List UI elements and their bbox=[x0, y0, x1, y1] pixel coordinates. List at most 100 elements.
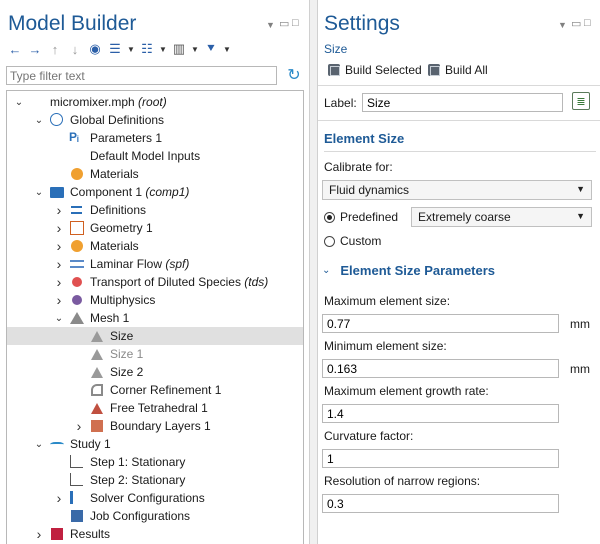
maximize-icon[interactable]: □ bbox=[584, 17, 591, 29]
tree-node-text: Mesh 1 bbox=[90, 311, 130, 325]
tree-node[interactable]: › Geometry 1 bbox=[7, 219, 303, 237]
back-arrow-icon[interactable]: ← bbox=[6, 40, 24, 58]
tree-node[interactable]: › Definitions bbox=[7, 201, 303, 219]
collapse-chevron-icon[interactable]: ⌄ bbox=[53, 309, 65, 327]
tree-node[interactable]: ⌄ micromixer.mph (root) bbox=[7, 90, 303, 111]
step-icon-shape bbox=[70, 473, 83, 486]
parameter-input[interactable] bbox=[322, 404, 559, 423]
label-input[interactable] bbox=[362, 93, 563, 112]
tree-node[interactable]: Materials bbox=[7, 165, 303, 183]
tree-node[interactable]: › Results bbox=[7, 525, 303, 543]
element-size-parameters-label: Element Size Parameters bbox=[340, 263, 496, 278]
expand-sections-icon[interactable]: ☰ bbox=[106, 40, 124, 58]
parameter-label: Curvature factor: bbox=[324, 429, 414, 443]
custom-label: Custom bbox=[340, 234, 382, 248]
custom-radio[interactable]: Custom bbox=[324, 234, 381, 248]
free-tetrahedral-icon bbox=[89, 400, 105, 416]
tree-node[interactable]: Free Tetrahedral 1 bbox=[7, 399, 303, 417]
show-icon[interactable]: ◉ bbox=[86, 40, 104, 58]
expand-chevron-icon[interactable]: › bbox=[53, 255, 65, 273]
move-down-icon[interactable]: ↓ bbox=[66, 40, 84, 58]
corner-refinement-icon bbox=[89, 382, 105, 398]
expand-chevron-icon[interactable]: › bbox=[33, 525, 45, 543]
model-builder-title: Model Builder bbox=[8, 12, 137, 35]
tree-node[interactable]: ⌄ Study 1 bbox=[7, 435, 303, 453]
tree-node[interactable]: Job Configurations bbox=[7, 507, 303, 525]
tree-node[interactable]: › Laminar Flow (spf) bbox=[7, 255, 303, 273]
tree-node[interactable]: Pᵢ Parameters 1 bbox=[7, 129, 303, 147]
tree-node-text: Size 2 bbox=[110, 365, 144, 379]
tree-node[interactable]: ⌄ Global Definitions bbox=[7, 111, 303, 129]
tree-filter-input[interactable] bbox=[6, 66, 277, 85]
expand-chevron-icon[interactable]: › bbox=[53, 273, 65, 291]
label-edit-icon[interactable]: ≣ bbox=[572, 92, 590, 110]
build-icon[interactable]: ⯆ bbox=[202, 40, 220, 58]
tree-node[interactable]: › Solver Configurations bbox=[7, 489, 303, 507]
tree-node-label: Mesh 1 bbox=[90, 311, 129, 325]
separator bbox=[318, 120, 600, 121]
component-icon bbox=[49, 184, 65, 200]
predefined-label: Predefined bbox=[340, 210, 399, 224]
predefined-select[interactable]: Extremely coarse ▼ bbox=[411, 207, 592, 227]
parameter-input[interactable] bbox=[322, 314, 559, 333]
tree-node[interactable]: Step 1: Stationary bbox=[7, 453, 303, 471]
model-tree: ⌄ micromixer.mph (root) ⌄ Global Definition… bbox=[6, 90, 304, 544]
tree-node[interactable]: › Multiphysics bbox=[7, 291, 303, 309]
forward-arrow-icon[interactable]: → bbox=[26, 40, 44, 58]
tree-node[interactable]: Size bbox=[7, 327, 303, 345]
refresh-icon[interactable]: ↻ bbox=[285, 65, 303, 85]
tree-node[interactable]: Default Model Inputs bbox=[7, 144, 303, 165]
parameter-input[interactable] bbox=[322, 449, 559, 468]
dropdown-arrow-icon[interactable]: ▼ bbox=[222, 40, 232, 58]
calibrate-select[interactable]: Fluid dynamics ▼ bbox=[322, 180, 592, 200]
collapse-chevron-icon[interactable]: ⌄ bbox=[13, 93, 25, 111]
collapse-icon[interactable]: ☷ bbox=[138, 40, 156, 58]
pane-menu-icon[interactable]: ▼ bbox=[558, 20, 567, 30]
tree-node-label: Solver Configurations bbox=[90, 491, 205, 505]
collapse-chevron-icon[interactable]: ⌄ bbox=[33, 183, 45, 201]
build-all-icon bbox=[428, 64, 440, 76]
results-icon bbox=[49, 526, 65, 542]
dropdown-arrow-icon[interactable]: ▼ bbox=[158, 40, 168, 58]
dropdown-arrow-icon[interactable]: ▼ bbox=[126, 40, 136, 58]
tree-node-label: Step 1: Stationary bbox=[90, 455, 185, 469]
collapse-chevron-icon[interactable]: ⌄ bbox=[33, 111, 45, 129]
build-all-button[interactable]: Build All bbox=[428, 63, 488, 77]
restore-icon[interactable]: ▭ bbox=[571, 17, 581, 30]
parameter-unit: mm bbox=[570, 317, 590, 331]
pane-menu-icon[interactable]: ▼ bbox=[266, 20, 275, 30]
tree-node[interactable]: ⌄ Mesh 1 bbox=[7, 309, 303, 327]
build-selected-button[interactable]: Build Selected bbox=[328, 63, 422, 77]
collapse-chevron-icon[interactable]: ⌄ bbox=[33, 435, 45, 453]
maximize-icon[interactable]: □ bbox=[292, 17, 299, 29]
expand-chevron-icon[interactable]: › bbox=[53, 237, 65, 255]
restore-icon[interactable]: ▭ bbox=[279, 17, 289, 30]
expand-chevron-icon[interactable]: › bbox=[53, 201, 65, 219]
parameter-input[interactable] bbox=[322, 359, 559, 378]
study-icon bbox=[49, 436, 65, 452]
dropdown-arrow-icon[interactable]: ▼ bbox=[190, 40, 200, 58]
tree-node[interactable]: Step 2: Stationary bbox=[7, 471, 303, 489]
expand-chevron-icon[interactable]: › bbox=[73, 417, 85, 435]
expand-chevron-icon[interactable]: › bbox=[53, 489, 65, 507]
tree-node-label: Definitions bbox=[90, 203, 146, 217]
tree-node[interactable]: Corner Refinement 1 bbox=[7, 381, 303, 399]
tree-node[interactable]: ⌄ Component 1 (comp1) bbox=[7, 183, 303, 201]
tree-node[interactable]: Size 2 bbox=[7, 363, 303, 381]
columns-icon[interactable]: ▥ bbox=[170, 40, 188, 58]
expand-chevron-icon[interactable]: › bbox=[53, 219, 65, 237]
tree-node[interactable]: › Transport of Diluted Species (tds) bbox=[7, 273, 303, 291]
element-size-parameters-heading[interactable]: ⌄ Element Size Parameters bbox=[322, 263, 495, 278]
move-up-icon[interactable]: ↑ bbox=[46, 40, 64, 58]
element-size-heading[interactable]: Element Size bbox=[324, 131, 404, 146]
multiphysics-icon-shape bbox=[72, 295, 82, 305]
predefined-radio[interactable]: Predefined bbox=[324, 210, 398, 224]
expand-chevron-icon[interactable]: › bbox=[53, 291, 65, 309]
tree-node-label: Materials bbox=[90, 167, 139, 181]
pane-splitter[interactable] bbox=[310, 0, 317, 544]
parameter-input[interactable] bbox=[322, 494, 559, 513]
tree-node[interactable]: Size 1 bbox=[7, 345, 303, 363]
job-icon-shape bbox=[71, 510, 83, 522]
tree-node[interactable]: › Boundary Layers 1 bbox=[7, 417, 303, 435]
tree-node[interactable]: › Materials bbox=[7, 237, 303, 255]
